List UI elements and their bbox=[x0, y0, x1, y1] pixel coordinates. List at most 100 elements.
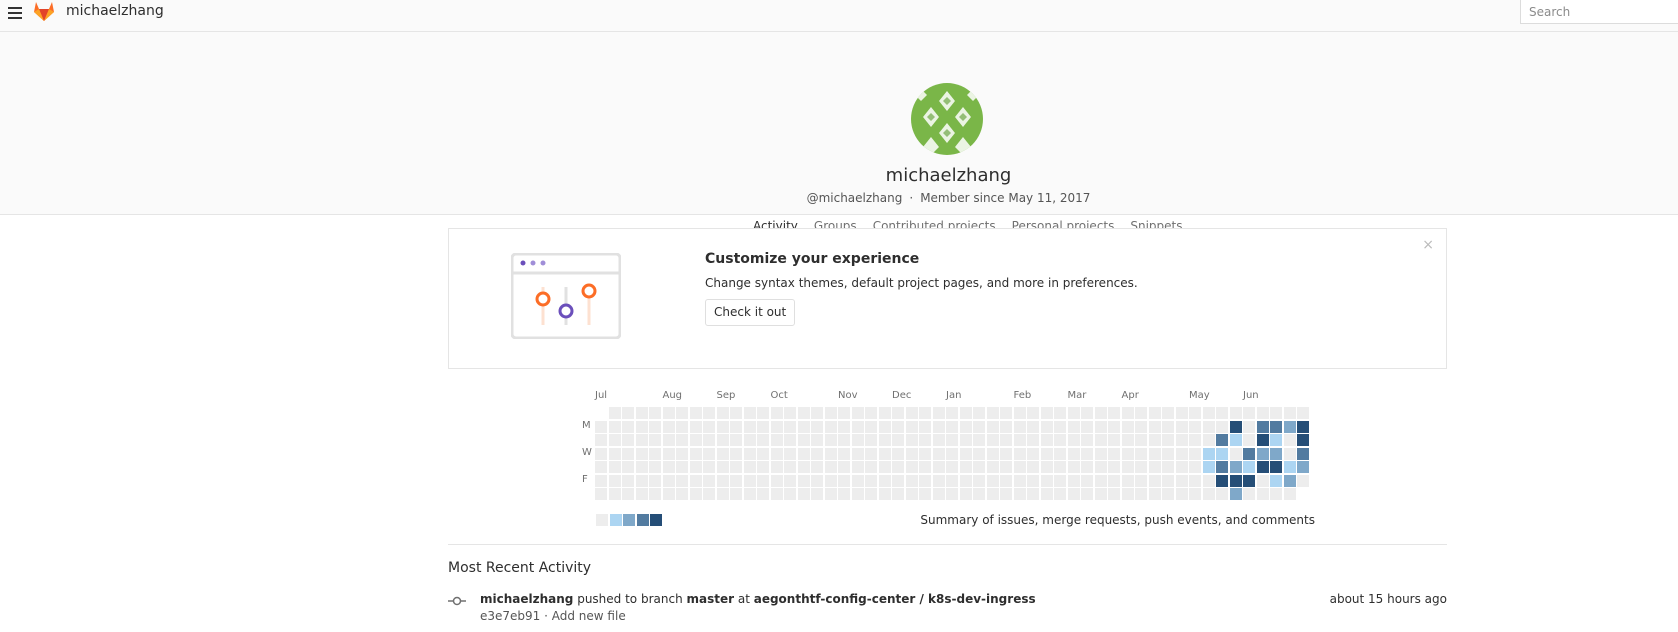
calendar-day-cell[interactable] bbox=[851, 488, 864, 500]
calendar-day-cell[interactable] bbox=[946, 474, 958, 487]
calendar-day-cell[interactable] bbox=[919, 407, 931, 419]
calendar-day-cell[interactable] bbox=[784, 420, 796, 433]
calendar-day-cell[interactable] bbox=[1202, 407, 1215, 419]
calendar-day-cell[interactable] bbox=[1121, 474, 1134, 487]
calendar-day-cell[interactable] bbox=[1270, 488, 1282, 500]
calendar-day-cell[interactable] bbox=[1121, 407, 1134, 419]
calendar-day-cell[interactable] bbox=[689, 488, 702, 500]
calendar-day-cell[interactable] bbox=[811, 461, 823, 473]
calendar-day-cell[interactable] bbox=[1121, 488, 1134, 500]
calendar-day-cell[interactable] bbox=[851, 447, 864, 460]
calendar-day-cell[interactable] bbox=[973, 474, 985, 487]
calendar-day-cell[interactable] bbox=[595, 474, 607, 487]
calendar-day-cell[interactable] bbox=[905, 407, 918, 419]
calendar-day-cell[interactable] bbox=[743, 407, 756, 419]
calendar-day-cell[interactable] bbox=[1297, 474, 1309, 487]
calendar-day-cell[interactable] bbox=[730, 488, 742, 500]
calendar-day-cell[interactable] bbox=[622, 407, 634, 419]
calendar-day-cell[interactable] bbox=[1121, 461, 1134, 473]
calendar-day-cell[interactable] bbox=[946, 461, 958, 473]
calendar-day-cell[interactable] bbox=[878, 461, 891, 473]
calendar-day-cell[interactable] bbox=[838, 434, 850, 446]
calendar-day-cell[interactable] bbox=[662, 488, 675, 500]
calendar-day-cell[interactable] bbox=[1175, 461, 1188, 473]
calendar-day-cell[interactable] bbox=[959, 420, 972, 433]
calendar-day-cell[interactable] bbox=[662, 461, 675, 473]
calendar-day-cell[interactable] bbox=[1067, 474, 1080, 487]
calendar-day-cell[interactable] bbox=[1162, 447, 1174, 460]
search-field[interactable] bbox=[1520, 0, 1678, 24]
calendar-day-cell[interactable] bbox=[1283, 461, 1296, 473]
calendar-day-cell[interactable] bbox=[1000, 434, 1012, 446]
calendar-day-cell[interactable] bbox=[986, 461, 999, 473]
calendar-day-cell[interactable] bbox=[811, 407, 823, 419]
calendar-day-cell[interactable] bbox=[757, 461, 769, 473]
calendar-day-cell[interactable] bbox=[797, 434, 810, 446]
calendar-day-cell[interactable] bbox=[622, 474, 634, 487]
calendar-day-cell[interactable] bbox=[770, 461, 783, 473]
calendar-day-cell[interactable] bbox=[1189, 420, 1201, 433]
brand-name-link[interactable]: michaelzhang bbox=[66, 3, 164, 19]
calendar-day-cell[interactable] bbox=[851, 420, 864, 433]
calendar-day-cell[interactable] bbox=[1081, 407, 1093, 419]
calendar-day-cell[interactable] bbox=[1013, 447, 1026, 460]
calendar-day-cell[interactable] bbox=[649, 434, 661, 446]
calendar-day-cell[interactable] bbox=[1094, 420, 1107, 433]
calendar-day-cell[interactable] bbox=[703, 447, 715, 460]
calendar-day-cell[interactable] bbox=[743, 488, 756, 500]
calendar-day-cell[interactable] bbox=[1067, 420, 1080, 433]
calendar-day-cell[interactable] bbox=[1108, 447, 1120, 460]
calendar-day-cell[interactable] bbox=[905, 447, 918, 460]
event-branch-link[interactable]: master bbox=[687, 592, 735, 606]
calendar-day-cell[interactable] bbox=[743, 434, 756, 446]
calendar-day-cell[interactable] bbox=[716, 488, 729, 500]
calendar-day-cell[interactable] bbox=[1297, 434, 1309, 446]
calendar-day-cell[interactable] bbox=[905, 474, 918, 487]
calendar-day-cell[interactable] bbox=[784, 434, 796, 446]
calendar-day-cell[interactable] bbox=[1189, 488, 1201, 500]
calendar-day-cell[interactable] bbox=[1000, 488, 1012, 500]
calendar-day-cell[interactable] bbox=[905, 488, 918, 500]
calendar-day-cell[interactable] bbox=[770, 434, 783, 446]
calendar-day-cell[interactable] bbox=[973, 447, 985, 460]
calendar-day-cell[interactable] bbox=[986, 407, 999, 419]
calendar-day-cell[interactable] bbox=[703, 434, 715, 446]
calendar-day-cell[interactable] bbox=[1135, 474, 1147, 487]
calendar-day-cell[interactable] bbox=[892, 407, 904, 419]
calendar-day-cell[interactable] bbox=[838, 461, 850, 473]
calendar-day-cell[interactable] bbox=[1148, 461, 1161, 473]
calendar-day-cell[interactable] bbox=[1013, 407, 1026, 419]
calendar-day-cell[interactable] bbox=[757, 474, 769, 487]
calendar-day-cell[interactable] bbox=[1040, 420, 1053, 433]
calendar-day-cell[interactable] bbox=[608, 420, 621, 433]
calendar-day-cell[interactable] bbox=[986, 420, 999, 433]
calendar-day-cell[interactable] bbox=[824, 407, 837, 419]
calendar-day-cell[interactable] bbox=[824, 474, 837, 487]
calendar-day-cell[interactable] bbox=[797, 474, 810, 487]
calendar-day-cell[interactable] bbox=[1243, 447, 1255, 460]
calendar-day-cell[interactable] bbox=[959, 434, 972, 446]
calendar-day-cell[interactable] bbox=[649, 461, 661, 473]
calendar-day-cell[interactable] bbox=[1202, 420, 1215, 433]
calendar-day-cell[interactable] bbox=[1229, 488, 1242, 500]
calendar-day-cell[interactable] bbox=[595, 447, 607, 460]
calendar-day-cell[interactable] bbox=[1162, 434, 1174, 446]
calendar-day-cell[interactable] bbox=[689, 447, 702, 460]
calendar-day-cell[interactable] bbox=[1270, 461, 1282, 473]
calendar-day-cell[interactable] bbox=[730, 420, 742, 433]
calendar-day-cell[interactable] bbox=[1216, 407, 1228, 419]
calendar-day-cell[interactable] bbox=[703, 420, 715, 433]
calendar-day-cell[interactable] bbox=[608, 447, 621, 460]
calendar-day-cell[interactable] bbox=[784, 488, 796, 500]
calendar-day-cell[interactable] bbox=[608, 461, 621, 473]
calendar-day-cell[interactable] bbox=[608, 488, 621, 500]
calendar-day-cell[interactable] bbox=[743, 447, 756, 460]
calendar-day-cell[interactable] bbox=[716, 434, 729, 446]
calendar-day-cell[interactable] bbox=[851, 407, 864, 419]
calendar-day-cell[interactable] bbox=[1256, 434, 1269, 446]
calendar-day-cell[interactable] bbox=[811, 488, 823, 500]
calendar-day-cell[interactable] bbox=[1067, 488, 1080, 500]
calendar-day-cell[interactable] bbox=[1148, 420, 1161, 433]
calendar-day-cell[interactable] bbox=[1054, 488, 1066, 500]
calendar-day-cell[interactable] bbox=[689, 474, 702, 487]
